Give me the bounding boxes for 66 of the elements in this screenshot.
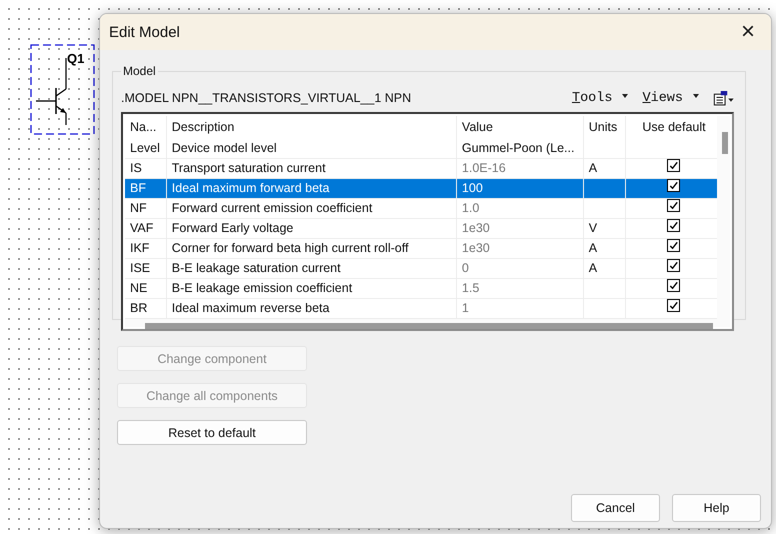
table-row[interactable]: NF Forward current emission coefficient 1.0: [125, 199, 717, 219]
table-cell: 0: [456, 259, 584, 278]
group-label: Model: [122, 64, 157, 78]
table-cell: IKF: [125, 239, 167, 258]
table-cell: A: [584, 159, 626, 178]
table-cell: IS: [125, 159, 167, 178]
table-cell: 100: [456, 179, 584, 198]
table-cell: B-E leakage saturation current: [166, 259, 457, 278]
table-cell: Transport saturation current: [166, 159, 457, 178]
table-cell: 1.0: [456, 199, 584, 218]
checkbox[interactable]: [667, 159, 680, 172]
table-cell: 1: [456, 299, 584, 318]
checkbox[interactable]: [667, 199, 680, 212]
table-cell: 1e30: [456, 219, 584, 238]
dialog-button[interactable]: Cancel: [571, 494, 660, 522]
table-cell: NE: [125, 279, 167, 298]
checkbox[interactable]: [667, 179, 680, 192]
dialog-button[interactable]: Help: [672, 494, 761, 522]
table-cell: Corner for forward beta high current roll-off: [166, 239, 457, 258]
menu-button[interactable]: Tools: [572, 90, 628, 106]
table-cell: 1.0E-16: [456, 159, 584, 178]
table-cell: B-E leakage emission coefficient: [166, 279, 457, 298]
table-cell: V: [584, 219, 626, 238]
table-cell: Device model level: [166, 139, 457, 158]
action-button[interactable]: Reset to default: [117, 420, 307, 445]
horizontal-scrollbar[interactable]: [125, 319, 730, 327]
table-row[interactable]: NE B-E leakage emission coefficient 1.5: [125, 279, 717, 299]
checkbox[interactable]: [667, 259, 680, 272]
table-row[interactable]: Level Device model level Gummel-Poon (Le...: [125, 139, 717, 159]
checkbox[interactable]: [667, 239, 680, 252]
table-cell: Gummel-Poon (Le...: [456, 139, 584, 158]
table-row[interactable]: BF Ideal maximum forward beta 100: [125, 179, 717, 199]
caret-icon: [693, 94, 699, 98]
table-cell: Ideal maximum forward beta: [166, 179, 457, 198]
model-line: .MODEL NPN__TRANSISTORS_VIRTUAL__1 NPN: [121, 91, 412, 105]
clipboard-dropdown-icon[interactable]: [713, 90, 735, 106]
table-cell: 1.5: [456, 279, 584, 298]
table-cell: A: [584, 239, 626, 258]
checkbox[interactable]: [667, 219, 680, 232]
table-cell: A: [584, 259, 626, 278]
column-header[interactable]: Description: [166, 116, 457, 139]
table-cell: Forward current emission coefficient: [166, 199, 457, 218]
table-cell: 1e30: [456, 239, 584, 258]
part-label: Q1: [67, 52, 84, 66]
checkbox[interactable]: [667, 299, 680, 312]
menu-button[interactable]: Views: [642, 90, 699, 106]
column-header[interactable]: Use default: [626, 116, 717, 139]
table-cell: ISE: [125, 259, 167, 278]
table-cell: BR: [125, 299, 167, 318]
table-cell: BF: [125, 179, 167, 198]
table-row[interactable]: ISE B-E leakage saturation current 0 A: [125, 259, 717, 279]
table-cell: NF: [125, 199, 167, 218]
table-cell: Level: [125, 139, 167, 158]
window-title: Edit Model: [109, 24, 180, 40]
caret-icon: [622, 94, 628, 98]
close-button[interactable]: ×: [725, 14, 771, 50]
table-row[interactable]: IKF Corner for forward beta high current roll-off 1e30 A: [125, 239, 717, 259]
vertical-scrollbar[interactable]: [716, 116, 730, 319]
table-cell: VAF: [125, 219, 167, 238]
column-header[interactable]: Value: [456, 116, 584, 139]
table-cell: Ideal maximum reverse beta: [166, 299, 457, 318]
table-cell: Forward Early voltage: [166, 219, 457, 238]
table-row[interactable]: VAF Forward Early voltage 1e30 V: [125, 219, 717, 239]
column-header[interactable]: Units: [584, 116, 626, 139]
checkbox[interactable]: [667, 279, 680, 292]
column-header[interactable]: Na...: [125, 116, 167, 139]
